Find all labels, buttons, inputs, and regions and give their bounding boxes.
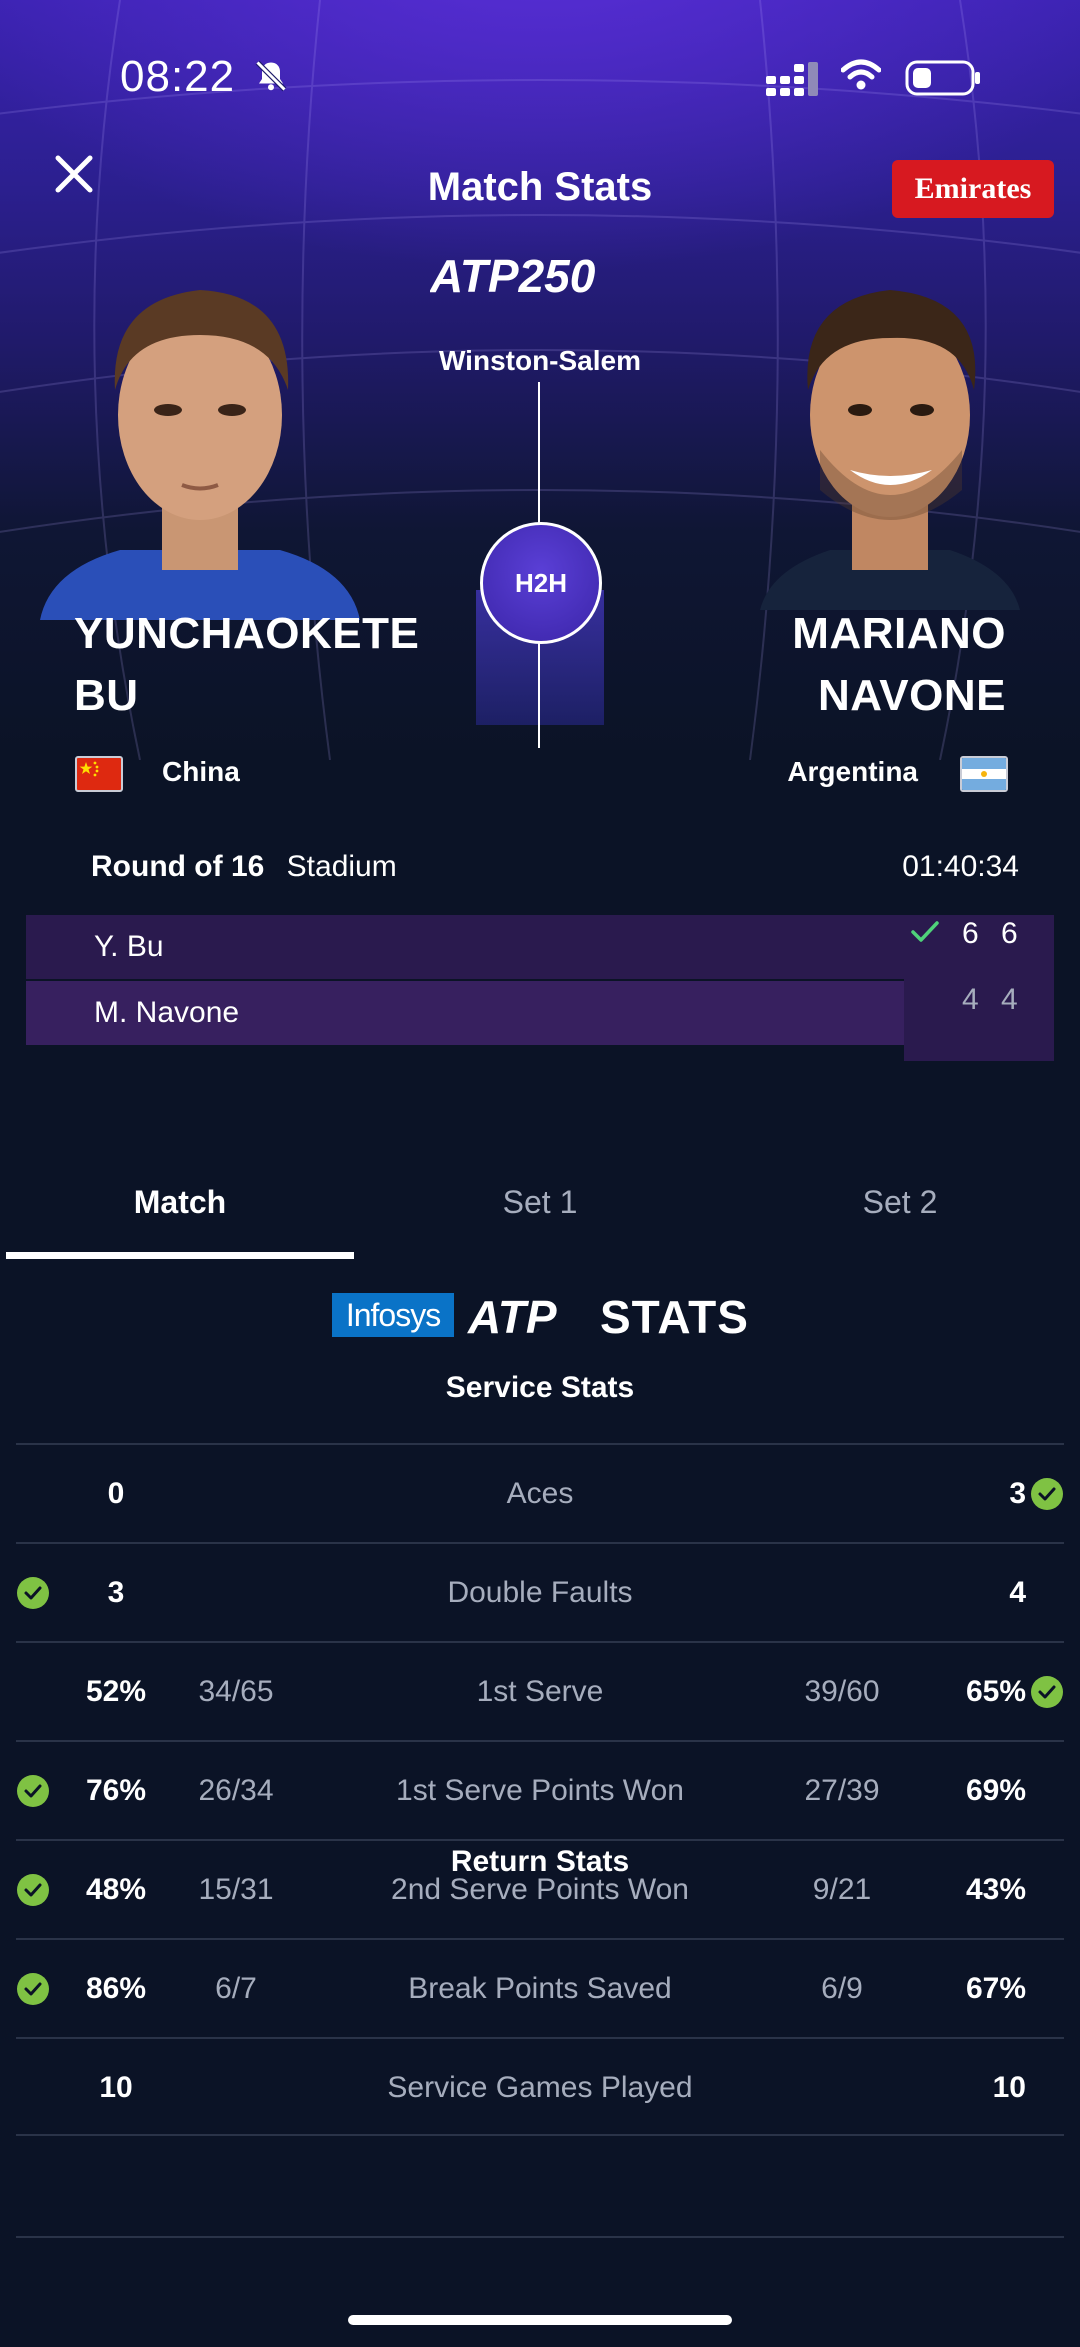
signal-icon	[766, 62, 818, 96]
score-player-name: Y. Bu	[94, 930, 164, 963]
stat-row: 76% 26/34 1st Serve Points Won 27/39 69%	[0, 1742, 1080, 1840]
tab-set-2[interactable]: Set 2	[726, 1184, 1074, 1221]
score-set1: 6	[962, 917, 979, 950]
stat-label: Aces	[506, 1477, 574, 1510]
return-stats-title: Return Stats	[450, 1845, 630, 1878]
wifi-icon	[841, 59, 881, 90]
h2h-button[interactable]: H2H	[480, 522, 602, 644]
player-name-right[interactable]: MARIANO NAVONE	[792, 603, 1006, 727]
infosys-atp-stats-logo: Infosys ATP STATS	[330, 1290, 750, 1344]
player-name-left-line1: YUNCHAOKETE	[74, 609, 420, 658]
stat-label: Double Faults	[447, 1576, 633, 1609]
infosys-logo: Infosys	[332, 1293, 454, 1337]
tab-set-1[interactable]: Set 1	[366, 1184, 714, 1221]
winner-check-icon	[911, 921, 939, 942]
stat-right-value: 4	[1009, 1576, 1026, 1609]
winner-check-icon	[17, 1973, 49, 2005]
stat-row: 3 Double Faults 4	[0, 1544, 1080, 1642]
tournament-name: Winston-Salem	[439, 345, 641, 376]
tab-match[interactable]: Match	[6, 1184, 354, 1221]
round-label: Round of 16	[91, 850, 265, 883]
stat-row: 86% 6/7 Break Points Saved 6/9 67%	[0, 1940, 1080, 2038]
divider-line-top	[538, 382, 540, 524]
status-bar: 08:22	[0, 0, 1080, 150]
player-name-right-line1: MARIANO	[792, 609, 1006, 658]
atp250-logo-text: ATP250	[430, 250, 596, 302]
divider	[16, 2236, 1064, 2238]
match-round: Round of 16 Stadium	[91, 850, 397, 884]
score-player-name: M. Navone	[94, 996, 240, 1029]
stat-right-value: 67%	[965, 1972, 1026, 2005]
sponsor-logo[interactable]: Emirates	[892, 160, 1054, 218]
court-label: Stadium	[286, 850, 397, 883]
player-photo-right	[760, 290, 1020, 610]
winner-check-icon	[1031, 1676, 1063, 1708]
status-time: 08:22	[120, 52, 236, 101]
atp250-logo: ATP250	[430, 250, 596, 302]
player-name-left[interactable]: YUNCHAOKETE BU	[74, 603, 419, 727]
stat-right-fraction: 6/9	[821, 1972, 863, 2005]
winner-check-icon	[17, 1577, 49, 1609]
stat-right-fraction: 27/39	[804, 1774, 880, 1807]
flag-china-icon	[75, 756, 123, 792]
stats-tabs: Match Set 1 Set 2	[0, 1170, 1080, 1260]
stat-right-fraction: 39/60	[804, 1675, 880, 1708]
bell-muted-icon	[255, 60, 287, 92]
stat-row: 52% 34/65 1st Serve 39/60 65%	[0, 1643, 1080, 1741]
stat-right-value: 10	[992, 2071, 1026, 2104]
player-name-right-line2: NAVONE	[818, 671, 1006, 720]
star-icon	[79, 761, 99, 777]
country-left: China	[162, 756, 240, 787]
stat-row: 0 Aces 3	[0, 1445, 1080, 1543]
stat-label: Service Games Played	[387, 2071, 693, 2104]
match-duration: 01:40:34	[902, 850, 1019, 883]
score-row-right-player: M. Navone 4 4	[26, 979, 1054, 1061]
stat-right-value: 65%	[965, 1675, 1026, 1708]
service-stats-title: Service Stats	[445, 1371, 635, 1404]
score-table: Y. Bu 6 6 M. Navone 4 4	[26, 913, 1054, 1061]
player-name-left-line2: BU	[74, 671, 139, 720]
score-set2: 6	[1001, 917, 1018, 950]
score-row-left-player: Y. Bu 6 6	[26, 915, 1054, 979]
winner-check-icon	[17, 1775, 49, 1807]
player-photo-left	[40, 290, 360, 620]
active-tab-indicator	[6, 1252, 354, 1259]
divider	[16, 2134, 1064, 2136]
flag-argentina-icon	[960, 756, 1008, 792]
home-indicator[interactable]	[348, 2315, 732, 2325]
score-cells-bg	[904, 979, 1054, 1061]
stat-right-value: 69%	[965, 1774, 1026, 1807]
stat-row: 10 Service Games Played 10	[0, 2039, 1080, 2137]
score-set1: 4	[962, 983, 979, 1016]
stat-label: 1st Serve	[476, 1675, 604, 1708]
stat-right-value: 3	[1009, 1477, 1026, 1510]
battery-icon	[905, 60, 980, 96]
stats-logo-text: STATS	[600, 1291, 749, 1343]
winner-check-icon	[1031, 1478, 1063, 1510]
country-right: Argentina	[787, 756, 918, 787]
stat-label: 1st Serve Points Won	[396, 1774, 684, 1807]
stat-label: Break Points Saved	[408, 1972, 672, 2005]
atp-logo-text: ATP	[468, 1291, 557, 1343]
score-set2: 4	[1001, 983, 1018, 1016]
divider-line-bottom	[538, 636, 540, 748]
